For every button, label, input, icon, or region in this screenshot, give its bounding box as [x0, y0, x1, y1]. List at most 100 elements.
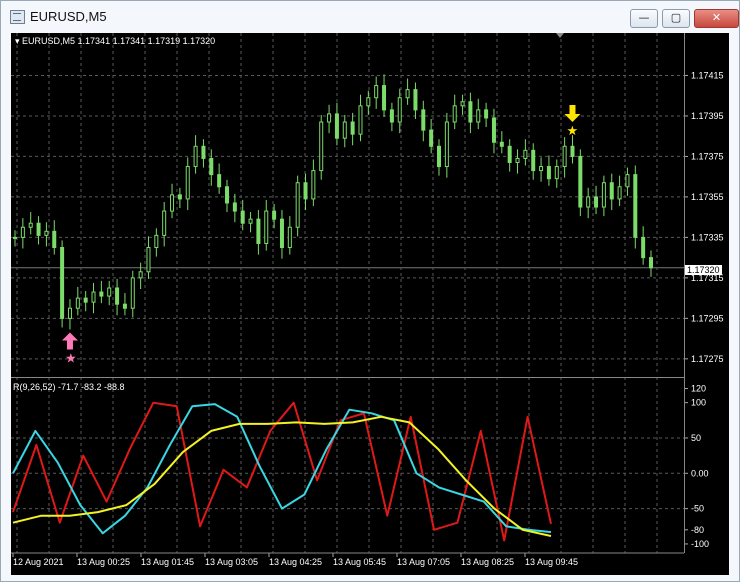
candle-body: [609, 182, 614, 200]
candle-body: [256, 218, 261, 244]
shift-marker-icon: [556, 33, 564, 38]
candle-body: [649, 257, 653, 269]
candle-body: [382, 85, 387, 111]
minimize-icon: —: [638, 11, 650, 24]
candle-body: [44, 230, 49, 236]
close-icon: ✕: [711, 11, 722, 24]
indicator-tick-label: -80: [691, 525, 704, 535]
candle-body: [115, 287, 120, 305]
candle-body: [154, 234, 159, 249]
symbol-info: ▾ EURUSD,M5 1.17341 1.17341 1.17319 1.17…: [15, 36, 215, 47]
candle-body: [170, 194, 175, 212]
candle-body: [91, 291, 96, 303]
close-button[interactable]: ✕: [694, 9, 739, 28]
collapse-triangle-icon[interactable]: ▾: [15, 36, 22, 46]
candle-body: [287, 226, 292, 249]
chart-canvas[interactable]: ★ ★ 1.17415 1.17395 1.17375 1.17355 1.17335 1.…: [11, 33, 729, 575]
price-tick-label: 1.17395: [691, 111, 724, 121]
candle-body: [562, 145, 567, 168]
maximize-button[interactable]: ▢: [662, 9, 690, 28]
candle-body: [28, 222, 33, 228]
candle-body: [523, 149, 528, 159]
candle-body: [421, 109, 426, 131]
time-axis-label: 12 Aug 2021: [13, 557, 64, 567]
maximize-icon: ▢: [670, 11, 682, 24]
candle-body: [177, 194, 182, 200]
minimize-button[interactable]: —: [630, 9, 658, 28]
buy-star-icon: ★: [65, 352, 77, 367]
candle-body: [83, 297, 88, 303]
price-tick-label: 1.17275: [691, 354, 724, 364]
title-bar[interactable]: EURUSD,M5 — ▢ ✕: [1, 1, 739, 31]
candle-body: [36, 222, 41, 236]
time-axis-label: 13 Aug 07:05: [397, 557, 450, 567]
buy-arrow-icon: [61, 332, 78, 350]
candle-body: [413, 89, 418, 111]
candle-body: [342, 121, 347, 139]
candle-body: [209, 157, 214, 176]
price-axis-line: [684, 33, 685, 553]
candle-body: [484, 109, 489, 119]
candle-body: [397, 97, 402, 123]
candle-body: [146, 247, 151, 273]
candle-body: [531, 149, 536, 172]
candle-body: [232, 202, 237, 212]
candle-body: [617, 186, 622, 200]
sell-star-icon: ★: [566, 124, 578, 139]
candle-body: [507, 145, 512, 163]
indicator-tick-label: 100: [691, 398, 706, 408]
candle-body: [429, 129, 434, 147]
candle-body: [225, 186, 229, 204]
candle-body: [444, 121, 449, 168]
time-axis-label: 13 Aug 04:25: [269, 557, 322, 567]
candle-body: [570, 145, 575, 157]
price-tick-label: 1.17355: [691, 192, 724, 202]
candle-body: [350, 121, 355, 135]
candle-body: [67, 307, 72, 319]
chart-window: EURUSD,M5 — ▢ ✕ ★ ★ 1.17415 1.17395 1.17375…: [0, 0, 740, 582]
candle-body: [13, 236, 17, 239]
price-tick-label: 1.17375: [691, 151, 724, 161]
indicator-tick-label: 0.00: [691, 468, 709, 478]
candle-body: [389, 109, 394, 123]
candle-body: [476, 109, 481, 123]
candle-body: [52, 230, 57, 249]
candle-body: [633, 174, 638, 238]
candle-body: [217, 174, 222, 188]
candle-body: [554, 166, 559, 180]
pane-separator[interactable]: [11, 377, 684, 378]
candle-body: [641, 236, 646, 259]
indicator-info: R(9,26,52) -71.7 -83.2 -88.8: [13, 382, 125, 392]
candle-body: [625, 174, 630, 188]
candle-body: [366, 97, 371, 107]
chart-window-icon: [10, 10, 25, 24]
candle-body: [601, 182, 606, 208]
candle-body: [578, 155, 583, 208]
candle-body: [319, 121, 324, 172]
candle-body: [452, 105, 457, 123]
candle-body: [60, 247, 65, 319]
candle-body: [201, 145, 206, 159]
candle-body: [248, 218, 253, 224]
candle-body: [539, 166, 544, 172]
time-axis-label: 13 Aug 03:05: [205, 557, 258, 567]
chart-area[interactable]: ★ ★ 1.17415 1.17395 1.17375 1.17355 1.17335 1.…: [11, 33, 729, 575]
candle-body: [185, 166, 190, 200]
candle-body: [264, 210, 269, 244]
candle-body: [460, 101, 465, 107]
sell-arrow-icon: [564, 105, 581, 123]
candle-body: [240, 210, 245, 224]
time-axis-label: 13 Aug 00:25: [77, 557, 130, 567]
candle-body: [437, 145, 441, 168]
candle-body: [358, 105, 363, 135]
candle-body: [295, 182, 300, 228]
current-price-label: 1.17320: [685, 265, 722, 275]
time-axis-label: 13 Aug 08:25: [461, 557, 514, 567]
candle-body: [272, 210, 277, 220]
candle-body: [594, 196, 599, 208]
candle-body: [107, 287, 112, 297]
candle-body: [374, 85, 379, 99]
candle-body: [311, 170, 316, 200]
candle-body: [546, 166, 551, 180]
indicator-tick-label: 120: [691, 384, 706, 394]
